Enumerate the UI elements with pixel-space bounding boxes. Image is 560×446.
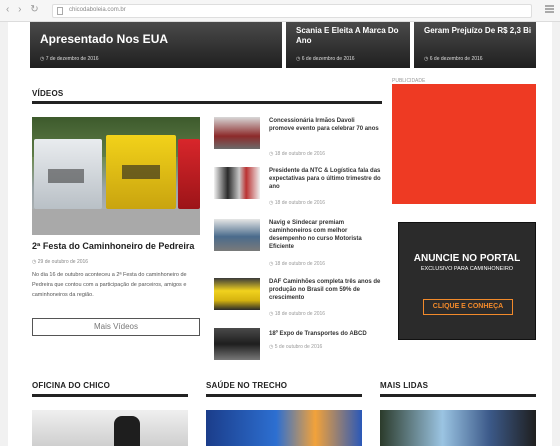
featured-video-title[interactable]: 2ª Festa do Caminhoneiro de Pedreira xyxy=(32,241,200,251)
mais-lidas-underline xyxy=(380,394,536,397)
featured-video-date: 29 de outubro de 2016 xyxy=(32,259,88,265)
oficina-underline xyxy=(32,394,188,397)
address-url[interactable]: chicodaboleia.com.br xyxy=(69,7,126,13)
video-3-title[interactable]: Navig e Sindecar premiam caminhoneiros c… xyxy=(269,219,381,251)
oficina-figure xyxy=(114,416,140,446)
browser-menu-icon[interactable] xyxy=(545,5,554,13)
video-1-thumbnail[interactable] xyxy=(214,117,260,149)
slide-1-date: 7 de dezembro de 2016 xyxy=(40,56,99,62)
red-truck xyxy=(178,139,200,209)
video-5-thumbnail[interactable] xyxy=(214,328,260,360)
video-4-date: 18 de outubro de 2016 xyxy=(269,311,325,317)
slide-2[interactable]: Scania E Eleita A Marca Do Ano 6 de deze… xyxy=(286,22,410,68)
ad-portal-title: ANUNCIE NO PORTAL xyxy=(413,253,521,264)
video-5-title[interactable]: 18º Expo de Transportes do ABCD xyxy=(269,330,381,338)
slide-1[interactable]: Apresentado Nos EUA 7 de dezembro de 201… xyxy=(30,22,282,68)
truck-grille-2 xyxy=(48,169,84,183)
slide-3-title[interactable]: Geram Prejuízo De R$ 2,3 Bi xyxy=(424,26,536,36)
video-2-thumbnail[interactable] xyxy=(214,167,260,199)
ad-portal-cta-button[interactable]: CLIQUE E CONHEÇA xyxy=(423,299,513,315)
saude-heading[interactable]: SAÚDE NO TRECHO xyxy=(206,381,287,390)
video-3-date: 18 de outubro de 2016 xyxy=(269,261,325,267)
truck-grille xyxy=(122,165,160,179)
slide-3-date: 6 de dezembro de 2016 xyxy=(424,56,483,62)
featured-video-description: No dia 16 de outubro aconteceu a 2ª Fest… xyxy=(32,272,187,298)
saude-thumbnail[interactable] xyxy=(206,410,362,446)
ad-portal-banner[interactable]: ANUNCIE NO PORTAL EXCLUSIVO PARA CAMINHO… xyxy=(398,222,536,340)
page-icon xyxy=(57,7,63,15)
video-2-date: 18 de outubro de 2016 xyxy=(269,200,325,206)
video-4-title[interactable]: DAF Caminhões completa três anos de prod… xyxy=(269,278,381,302)
video-3-thumbnail[interactable] xyxy=(214,219,260,251)
mais-lidas-heading: MAIS LIDAS xyxy=(380,381,429,390)
oficina-thumbnail[interactable] xyxy=(32,410,188,446)
video-1-title[interactable]: Concessionária Irmãos Davoli promove eve… xyxy=(269,117,381,133)
slide-2-date: 6 de dezembro de 2016 xyxy=(296,56,355,62)
ad-banner-red[interactable] xyxy=(392,84,536,204)
mais-lidas-thumbnail[interactable] xyxy=(380,410,536,446)
video-5-date: 5 de outubro de 2016 xyxy=(269,344,323,350)
videos-heading-underline xyxy=(32,101,382,104)
saude-underline xyxy=(206,394,362,397)
browser-nav-buttons[interactable]: ‹ › ↻ xyxy=(6,4,42,15)
browser-toolbar: ‹ › ↻ chicodaboleia.com.br xyxy=(0,0,560,22)
videos-heading: VÍDEOS xyxy=(32,89,64,98)
slide-3[interactable]: Geram Prejuízo De R$ 2,3 Bi 6 de dezembr… xyxy=(414,22,536,68)
more-videos-button[interactable]: Mais Vídeos xyxy=(32,318,200,336)
ad-portal-subtitle: EXCLUSIVO PARA CAMINHONEIRO xyxy=(420,266,514,272)
address-bar[interactable]: chicodaboleia.com.br xyxy=(52,4,532,18)
video-1-date: 18 de outubro de 2016 xyxy=(269,151,325,157)
video-2-title[interactable]: Presidente da NTC & Logística fala das e… xyxy=(269,167,381,191)
ground xyxy=(32,209,200,235)
video-4-thumbnail[interactable] xyxy=(214,278,260,310)
slide-2-title[interactable]: Scania E Eleita A Marca Do Ano xyxy=(296,26,406,46)
slide-1-title[interactable]: Apresentado Nos EUA xyxy=(40,32,168,46)
featured-video-thumbnail[interactable] xyxy=(32,117,200,235)
oficina-heading[interactable]: OFICINA DO CHICO xyxy=(32,381,110,390)
